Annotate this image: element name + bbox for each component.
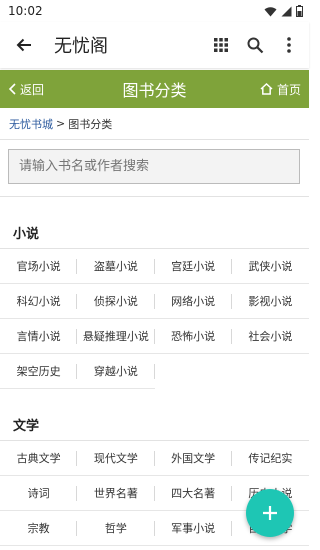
search-area — [0, 140, 309, 197]
category-item[interactable]: 恐怖小说 — [154, 319, 233, 354]
search-input[interactable] — [8, 149, 300, 184]
breadcrumb-home-link[interactable]: 无忧书城 — [9, 116, 53, 132]
chevron-left-icon — [8, 83, 16, 95]
search-icon[interactable] — [241, 31, 269, 59]
status-time: 10:02 — [8, 4, 43, 18]
wifi-icon — [264, 6, 277, 16]
status-bar: 10:02 — [0, 0, 309, 22]
home-button[interactable]: 首页 — [241, 81, 301, 98]
category-item[interactable]: 影视小说 — [231, 284, 309, 319]
battery-icon — [296, 5, 303, 17]
signal-icon — [281, 6, 292, 16]
category-section: 小说 官场小说 盗墓小说 宫廷小说 武侠小说 科幻小说 侦探小说 网络小说 影视… — [0, 215, 309, 389]
category-item[interactable]: 科幻小说 — [0, 284, 78, 319]
back-arrow-icon[interactable] — [10, 31, 38, 59]
home-icon — [260, 83, 273, 95]
category-item[interactable]: 诗词 — [0, 476, 78, 511]
category-item[interactable]: 武侠小说 — [231, 249, 309, 284]
category-item[interactable]: 官场小说 — [0, 249, 78, 284]
more-vert-icon[interactable] — [275, 31, 303, 59]
add-fab-button[interactable] — [246, 489, 294, 537]
section-title: 文学 — [0, 407, 309, 441]
category-item[interactable]: 网络小说 — [154, 284, 233, 319]
back-label: 返回 — [20, 82, 45, 97]
category-item[interactable]: 社会小说 — [231, 319, 309, 354]
grid-menu-icon[interactable] — [207, 31, 235, 59]
breadcrumb: 无忧书城 > 图书分类 — [0, 108, 309, 140]
page-title: 图书分类 — [122, 81, 187, 100]
category-item[interactable]: 外国文学 — [154, 441, 233, 476]
breadcrumb-separator: > — [56, 117, 66, 130]
category-item[interactable]: 军事小说 — [154, 511, 233, 546]
app-title: 无忧阁 — [54, 36, 108, 57]
category-item[interactable]: 传记纪实 — [231, 441, 309, 476]
breadcrumb-current: 图书分类 — [68, 117, 113, 131]
category-item[interactable]: 架空历史 — [0, 354, 78, 389]
category-item[interactable]: 悬疑推理小说 — [77, 319, 155, 354]
category-item[interactable]: 世界名著 — [77, 476, 155, 511]
home-label: 首页 — [276, 82, 301, 97]
app-bar: 无忧阁 — [0, 22, 309, 68]
back-button[interactable]: 返回 — [8, 81, 68, 98]
category-item[interactable]: 宗教 — [0, 511, 78, 546]
category-item[interactable]: 穿越小说 — [77, 354, 155, 389]
category-item[interactable]: 现代文学 — [77, 441, 155, 476]
category-item[interactable]: 侦探小说 — [77, 284, 155, 319]
category-item[interactable]: 宫廷小说 — [154, 249, 233, 284]
category-item[interactable]: 哲学 — [77, 511, 155, 546]
category-item[interactable]: 古典文学 — [0, 441, 78, 476]
category-item[interactable]: 言情小说 — [0, 319, 78, 354]
category-grid: 官场小说 盗墓小说 宫廷小说 武侠小说 科幻小说 侦探小说 网络小说 影视小说 … — [0, 249, 309, 389]
category-item[interactable]: 盗墓小说 — [77, 249, 155, 284]
category-header-bar: 返回 图书分类 首页 — [0, 70, 309, 108]
category-item[interactable]: 四大名著 — [154, 476, 233, 511]
plus-icon — [263, 506, 277, 520]
section-title: 小说 — [0, 215, 309, 249]
status-icons — [264, 5, 303, 17]
